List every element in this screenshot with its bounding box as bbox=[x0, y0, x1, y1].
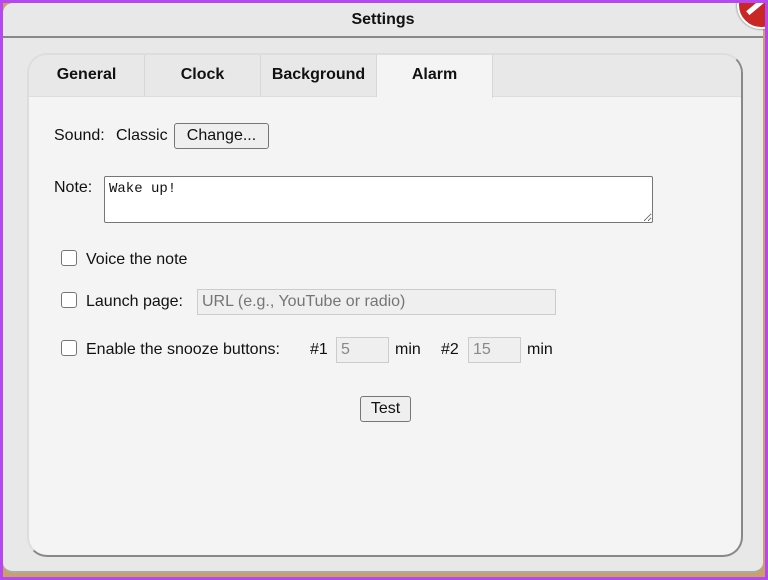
tab-panel: General Clock Background Alarm Sound: Cl… bbox=[27, 53, 743, 557]
sound-value: Classic bbox=[116, 127, 168, 144]
tab-clock[interactable]: Clock bbox=[145, 55, 261, 97]
snooze-checkbox[interactable] bbox=[61, 340, 77, 356]
tab-general[interactable]: General bbox=[29, 55, 145, 97]
snooze1-input[interactable] bbox=[336, 337, 389, 363]
tab-bar: General Clock Background Alarm bbox=[29, 55, 741, 98]
desktop-background: Settings General Clock Background Alarm … bbox=[3, 3, 765, 577]
change-sound-button[interactable]: Change... bbox=[174, 123, 269, 149]
note-textarea[interactable]: Wake up! bbox=[104, 176, 653, 223]
title-bar: Settings bbox=[3, 3, 763, 38]
dialog-title: Settings bbox=[351, 11, 415, 28]
sound-label: Sound: bbox=[54, 127, 105, 144]
voice-note-checkbox[interactable] bbox=[61, 250, 77, 266]
snooze1-min-label: min bbox=[395, 341, 421, 358]
snooze1-label: #1 bbox=[310, 341, 328, 358]
note-label: Note: bbox=[54, 179, 93, 196]
snooze2-label: #2 bbox=[441, 341, 459, 358]
settings-dialog: Settings General Clock Background Alarm … bbox=[3, 3, 765, 573]
tab-background[interactable]: Background bbox=[261, 55, 377, 97]
voice-note-label: Voice the note bbox=[86, 251, 188, 268]
snooze-label: Enable the snooze buttons: bbox=[86, 341, 280, 358]
launch-url-input[interactable] bbox=[197, 289, 556, 315]
launch-page-label: Launch page: bbox=[86, 293, 183, 310]
tab-alarm[interactable]: Alarm bbox=[377, 55, 493, 98]
launch-page-checkbox[interactable] bbox=[61, 292, 77, 308]
snooze2-min-label: min bbox=[527, 341, 553, 358]
snooze2-input[interactable] bbox=[468, 337, 521, 363]
test-button[interactable]: Test bbox=[360, 396, 411, 422]
